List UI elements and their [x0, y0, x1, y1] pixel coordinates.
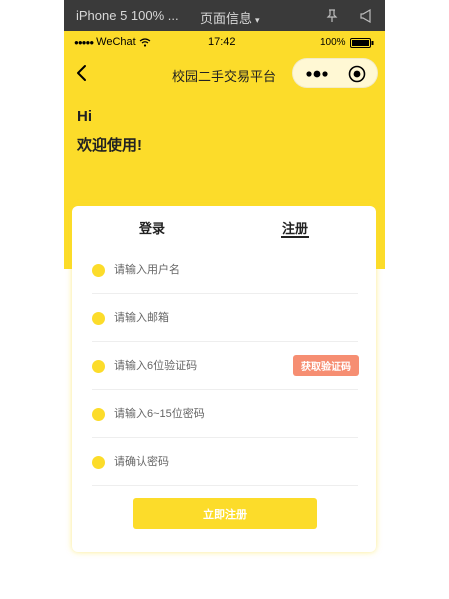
pin-icon[interactable]: [326, 9, 338, 23]
tab-login-label: 登录: [139, 221, 166, 236]
get-code-button[interactable]: 获取验证码: [293, 355, 359, 376]
sound-icon[interactable]: [360, 9, 372, 23]
more-dots-icon[interactable]: [305, 68, 329, 80]
page-info-label: 页面信息: [200, 11, 253, 26]
password-input[interactable]: [114, 404, 294, 424]
carrier-info: ●●●●● WeChat: [74, 36, 151, 48]
back-arrow-icon[interactable]: [74, 63, 88, 83]
capsule-close-icon[interactable]: [348, 65, 366, 83]
chevron-down-icon: ▾: [255, 15, 260, 25]
wifi-icon: [139, 37, 151, 47]
register-submit-button[interactable]: 立即注册: [133, 498, 317, 529]
confirm-password-field: [92, 438, 358, 486]
greeting-welcome: 欢迎使用!: [77, 137, 142, 154]
email-field: [92, 294, 358, 342]
greeting-hi: Hi: [77, 108, 92, 125]
yellow-dot-icon: [92, 408, 105, 421]
verification-code-field: 获取验证码: [92, 342, 359, 390]
battery-icon: [350, 38, 374, 48]
navigation-bar: 校园二手交易平台: [64, 53, 385, 93]
signal-strength-icon: ●●●●●: [74, 37, 94, 47]
tab-register-label: 注册: [282, 221, 309, 236]
status-bar: ●●●●● WeChat 17:42 100%: [64, 31, 385, 53]
capsule-menu: [292, 58, 378, 88]
device-selector[interactable]: iPhone 5 100% ...: [76, 8, 179, 23]
username-field: [92, 246, 358, 294]
tab-login[interactable]: 登录: [139, 218, 165, 237]
status-time: 17:42: [208, 36, 236, 48]
yellow-dot-icon: [92, 264, 105, 277]
password-field: [92, 390, 358, 438]
email-input[interactable]: [114, 308, 294, 328]
auth-tabs: 登录 注册: [72, 206, 376, 246]
battery-percent: 100%: [320, 37, 346, 48]
register-card: 登录 注册 获取验证码 立即注册: [72, 206, 376, 552]
yellow-dot-icon: [92, 456, 105, 469]
tab-register[interactable]: 注册: [281, 218, 310, 238]
page-title: 校园二手交易平台: [172, 69, 277, 84]
page-info-menu[interactable]: 页面信息 ▾: [200, 8, 260, 27]
devtools-toolbar: iPhone 5 100% ... 页面信息 ▾: [64, 0, 385, 31]
yellow-dot-icon: [92, 360, 105, 373]
confirm-password-input[interactable]: [114, 452, 294, 472]
phone-screen: ●●●●● WeChat 17:42 100% 校园二手交易平台 Hi 欢迎使用…: [64, 31, 385, 599]
yellow-dot-icon: [92, 312, 105, 325]
active-tab-underline: [281, 236, 310, 238]
carrier-name: WeChat: [96, 36, 136, 48]
username-input[interactable]: [114, 260, 294, 280]
verification-code-input[interactable]: [114, 356, 294, 376]
